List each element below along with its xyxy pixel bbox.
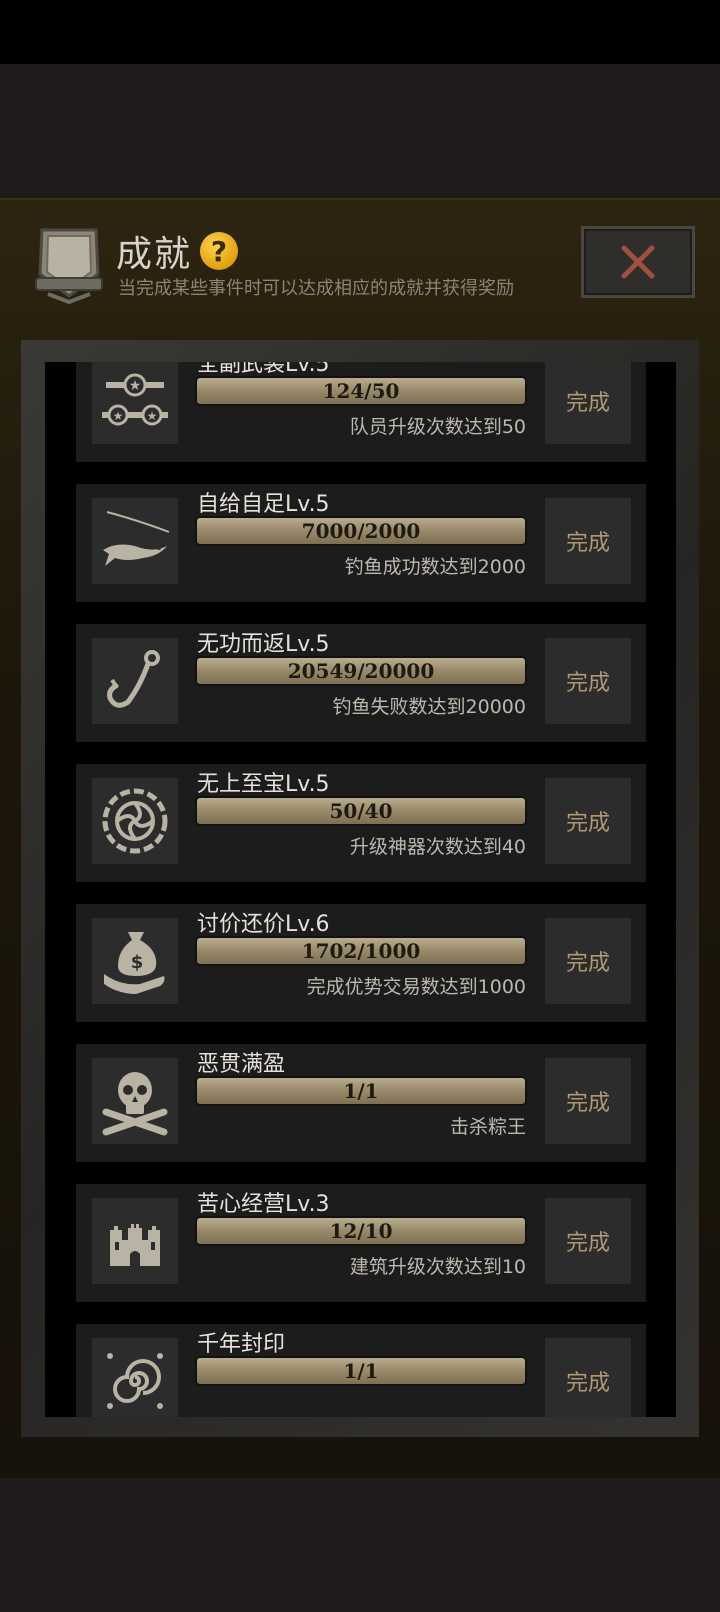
progress-bar: 12/10 [195,1216,527,1246]
page-title: 成就 [116,234,193,275]
shield-badge-icon [34,224,104,305]
complete-button[interactable]: 完成 [545,362,631,444]
achievement-row: 恶贯满盈 1/1 击杀粽王 完成 [76,1044,646,1162]
complete-button[interactable]: 完成 [545,638,631,724]
progress-text: 1/1 [343,1079,379,1103]
money-bag-icon: $ [92,918,178,1004]
progress-bar: 50/40 [195,796,527,826]
tribal-circle-icon [92,778,178,864]
progress-text: 124/50 [322,379,400,403]
achievement-description: 钓鱼成功数达到2000 [344,556,526,578]
achievement-description: 队员升级次数达到50 [349,416,526,438]
dimmed-backdrop [0,64,720,198]
progress-text: 1702/1000 [301,939,421,963]
achievement-row: 苦心经营Lv.3 12/10 建筑升级次数达到10 完成 [76,1184,646,1302]
achievement-row: 自给自足Lv.5 7000/2000 钓鱼成功数达到2000 完成 [76,484,646,602]
achievement-description: 钓鱼失败数达到20000 [332,696,526,718]
skull-crossbones-icon [92,1058,178,1144]
achievement-list[interactable]: ★ ★ ★ 全副武装Lv.5 124/50 队员升级次数达到50 完成 自给自足… [45,362,676,1417]
seal-spiral-icon [92,1338,178,1417]
svg-text:★: ★ [147,409,158,423]
progress-bar: 7000/2000 [195,516,527,546]
fishing-fish-icon [92,498,178,584]
achievement-description: 升级神器次数达到40 [349,836,526,858]
progress-bar: 1/1 [195,1076,527,1106]
achievement-title: 恶贯满盈 [197,1052,286,1077]
achievement-description: 建筑升级次数达到10 [349,1256,526,1278]
progress-bar: 20549/20000 [195,656,527,686]
progress-bar: 1702/1000 [195,936,527,966]
achievement-description: 完成优势交易数达到1000 [306,976,526,998]
achievement-title: 无上至宝Lv.5 [197,772,330,797]
achievement-row: ★ ★ ★ 全副武装Lv.5 124/50 队员升级次数达到50 完成 [76,362,646,462]
progress-bar: 124/50 [195,376,527,406]
complete-button[interactable]: 完成 [545,1058,631,1144]
status-bar-area [0,0,720,64]
fish-hook-icon [92,638,178,724]
achievement-row: 千年封印 1/1 完成 [76,1324,646,1417]
progress-text: 20549/20000 [287,659,435,683]
help-icon[interactable]: ? [200,232,239,270]
achievement-row: 无上至宝Lv.5 50/40 升级神器次数达到40 完成 [76,764,646,882]
progress-text: 50/40 [329,799,393,823]
complete-button[interactable]: 完成 [545,778,631,864]
complete-button[interactable]: 完成 [545,498,631,584]
achievement-title: 无功而返Lv.5 [197,632,330,657]
achievement-title: 讨价还价Lv.6 [197,912,330,937]
achievement-description: 击杀粽王 [449,1116,526,1138]
page-subtitle: 当完成某些事件时可以达成相应的成就并获得奖励 [118,278,514,299]
achievement-title: 自给自足Lv.5 [197,492,330,517]
castle-icon [92,1198,178,1284]
progress-bar: 1/1 [195,1356,527,1386]
svg-text:★: ★ [113,409,124,423]
achievement-title: 苦心经营Lv.3 [197,1192,330,1217]
svg-text:★: ★ [129,378,142,394]
complete-button[interactable]: 完成 [545,1338,631,1417]
dimmed-backdrop-bottom [0,1478,720,1612]
complete-button[interactable]: 完成 [545,918,631,1004]
svg-text:$: $ [131,952,144,973]
stars-badge-icon: ★ ★ ★ [92,362,178,444]
close-button[interactable] [581,226,695,298]
complete-button[interactable]: 完成 [545,1198,631,1284]
achievement-row: $ 讨价还价Lv.6 1702/1000 完成优势交易数达到1000 完成 [76,904,646,1022]
progress-text: 1/1 [343,1359,379,1383]
progress-text: 12/10 [329,1219,393,1243]
progress-text: 7000/2000 [301,519,421,543]
close-icon [621,245,655,279]
achievement-row: 无功而返Lv.5 20549/20000 钓鱼失败数达到20000 完成 [76,624,646,742]
achievement-title: 千年封印 [197,1332,286,1357]
